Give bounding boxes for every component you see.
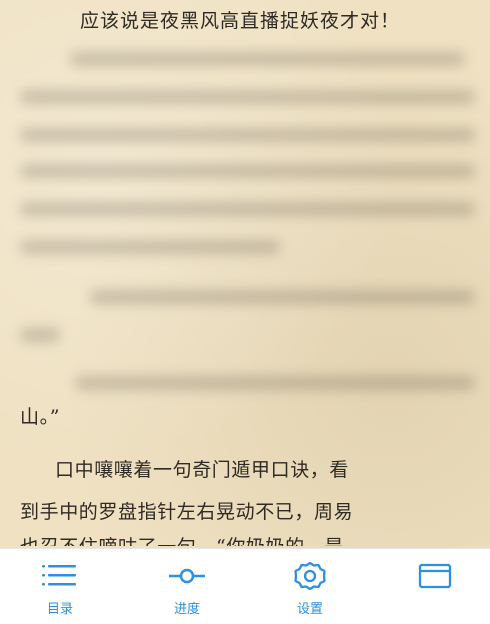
text-line: 到手中的罗盘指针左右晃动不已，周易 [20,501,354,523]
reader-page[interactable]: 应该说是夜黑风高直播捉妖夜才对！ 山。” 口中嚷嚷着一句奇门遁甲口诀，看 到手中… [0,0,490,548]
settings-label: 设置 [296,602,323,617]
progress-icon [169,568,205,584]
bottom-toolbar: 目录 进度 设置 [0,548,490,624]
blurred-line [20,90,475,104]
menu-label: 目录 [46,602,73,617]
blurred-line [20,240,280,254]
settings-button[interactable]: 设置 [265,549,355,624]
more-icon [418,563,452,589]
blurred-line [20,164,475,178]
blurred-line [75,376,475,390]
text-line-title: 应该说是夜黑风高直播捉妖夜才对！ [80,10,401,32]
text-line: 口中嚷嚷着一句奇门遁甲口诀，看 [55,459,350,481]
blurred-line [90,290,475,304]
list-icon [42,565,76,586]
progress-label: 进度 [173,602,200,617]
blurred-text-block [20,44,480,392]
blurred-line [20,202,475,216]
gear-icon [294,561,326,591]
blurred-line [20,328,60,342]
blurred-line [20,128,475,142]
more-button[interactable] [390,549,480,624]
menu-button[interactable]: 目录 [15,549,105,624]
text-line: 山。” [20,406,61,428]
blurred-line [70,52,465,66]
progress-button[interactable]: 进度 [142,549,232,624]
